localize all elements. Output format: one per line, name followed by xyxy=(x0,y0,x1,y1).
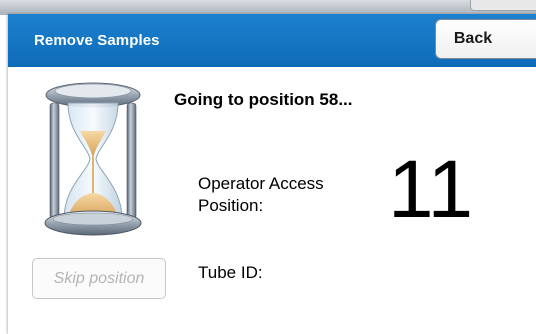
operator-access-label: Operator Access Position: xyxy=(198,174,324,215)
skip-position-button[interactable]: Skip position xyxy=(32,258,166,299)
background-window-strip xyxy=(0,0,536,15)
dialog-title: Remove Samples xyxy=(34,32,160,49)
back-button[interactable]: Back xyxy=(435,19,536,59)
operator-access-value: 11 xyxy=(388,144,474,235)
tube-id-label: Tube ID: xyxy=(198,263,263,282)
background-window-button xyxy=(470,0,536,11)
remove-samples-dialog: Remove Samples Back Going to position 58… xyxy=(8,14,536,334)
dialog-titlebar: Remove Samples Back xyxy=(8,14,536,67)
status-message: Going to position 58... xyxy=(174,90,353,109)
hourglass-icon xyxy=(44,82,142,236)
